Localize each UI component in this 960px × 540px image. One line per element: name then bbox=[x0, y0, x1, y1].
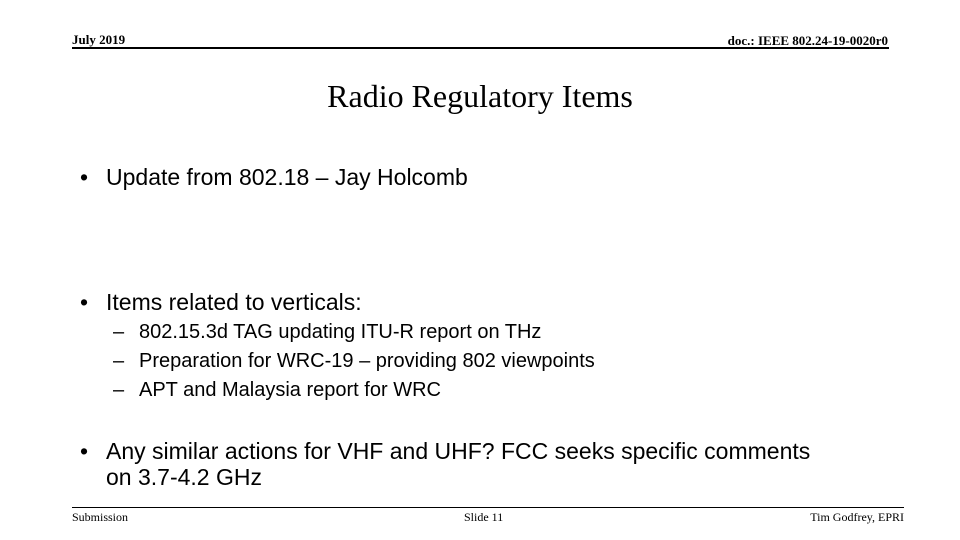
slide-title: Radio Regulatory Items bbox=[327, 78, 633, 114]
header-date: July 2019 bbox=[72, 32, 126, 47]
sub-bullet-text: APT and Malaysia report for WRC bbox=[139, 379, 441, 401]
bullet-item: • Update from 802.18 – Jay Holcomb bbox=[80, 164, 840, 190]
footer-author: Tim Godfrey, EPRI bbox=[810, 510, 904, 524]
sub-bullet-text: Preparation for WRC-19 – providing 802 v… bbox=[139, 350, 595, 372]
dash-icon: – bbox=[113, 321, 125, 343]
sub-bullet-item: – APT and Malaysia report for WRC bbox=[113, 378, 813, 402]
footer-slide-number: Slide 11 bbox=[464, 510, 504, 524]
bullet-text: Items related to verticals: bbox=[106, 289, 362, 315]
header-divider bbox=[72, 47, 889, 49]
bullet-icon: • bbox=[80, 164, 89, 190]
bullet-text: Update from 802.18 – Jay Holcomb bbox=[106, 164, 468, 190]
dash-icon: – bbox=[113, 379, 125, 401]
sub-bullet-item: – Preparation for WRC-19 – providing 802… bbox=[113, 349, 813, 373]
sub-bullet-text: 802.15.3d TAG updating ITU-R report on T… bbox=[139, 321, 542, 343]
footer-submission: Submission bbox=[72, 510, 129, 524]
bullet-icon: • bbox=[80, 289, 89, 315]
bullet-text: Any similar actions for VHF and UHF? FCC… bbox=[106, 438, 811, 490]
sub-bullet-item: – 802.15.3d TAG updating ITU-R report on… bbox=[113, 320, 813, 344]
bullet-icon: • bbox=[80, 438, 89, 464]
dash-icon: – bbox=[113, 350, 125, 372]
footer-divider bbox=[72, 507, 904, 508]
bullet-item: • Items related to verticals: bbox=[80, 289, 840, 315]
bullet-item: • Any similar actions for VHF and UHF? F… bbox=[80, 438, 840, 490]
